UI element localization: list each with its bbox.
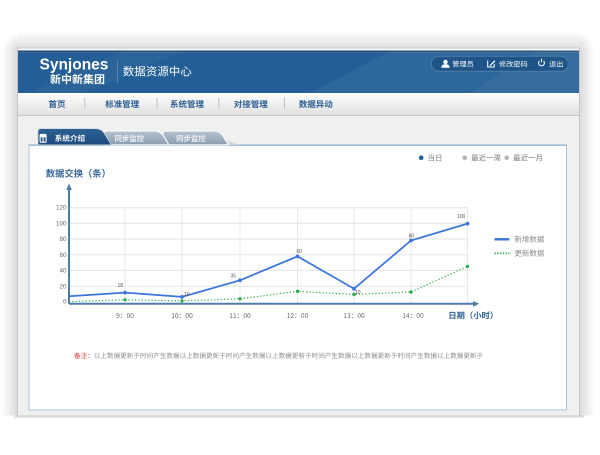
- svg-text:0: 0: [63, 298, 67, 305]
- svg-text:120: 120: [56, 205, 67, 212]
- svg-text:35: 35: [230, 274, 236, 280]
- svg-text:Synjones: Synjones: [40, 57, 109, 74]
- svg-text:18: 18: [117, 283, 123, 289]
- svg-text:60: 60: [297, 249, 303, 255]
- svg-text:20: 20: [59, 283, 67, 290]
- svg-text:80: 80: [59, 236, 67, 243]
- svg-text:40: 40: [59, 268, 67, 275]
- svg-text:10: 10: [184, 292, 190, 298]
- svg-text:10: 10: [355, 290, 361, 296]
- svg-text:60: 60: [59, 252, 67, 259]
- svg-text:100: 100: [56, 220, 67, 227]
- svg-text:100: 100: [457, 214, 466, 220]
- svg-text:80: 80: [409, 233, 415, 239]
